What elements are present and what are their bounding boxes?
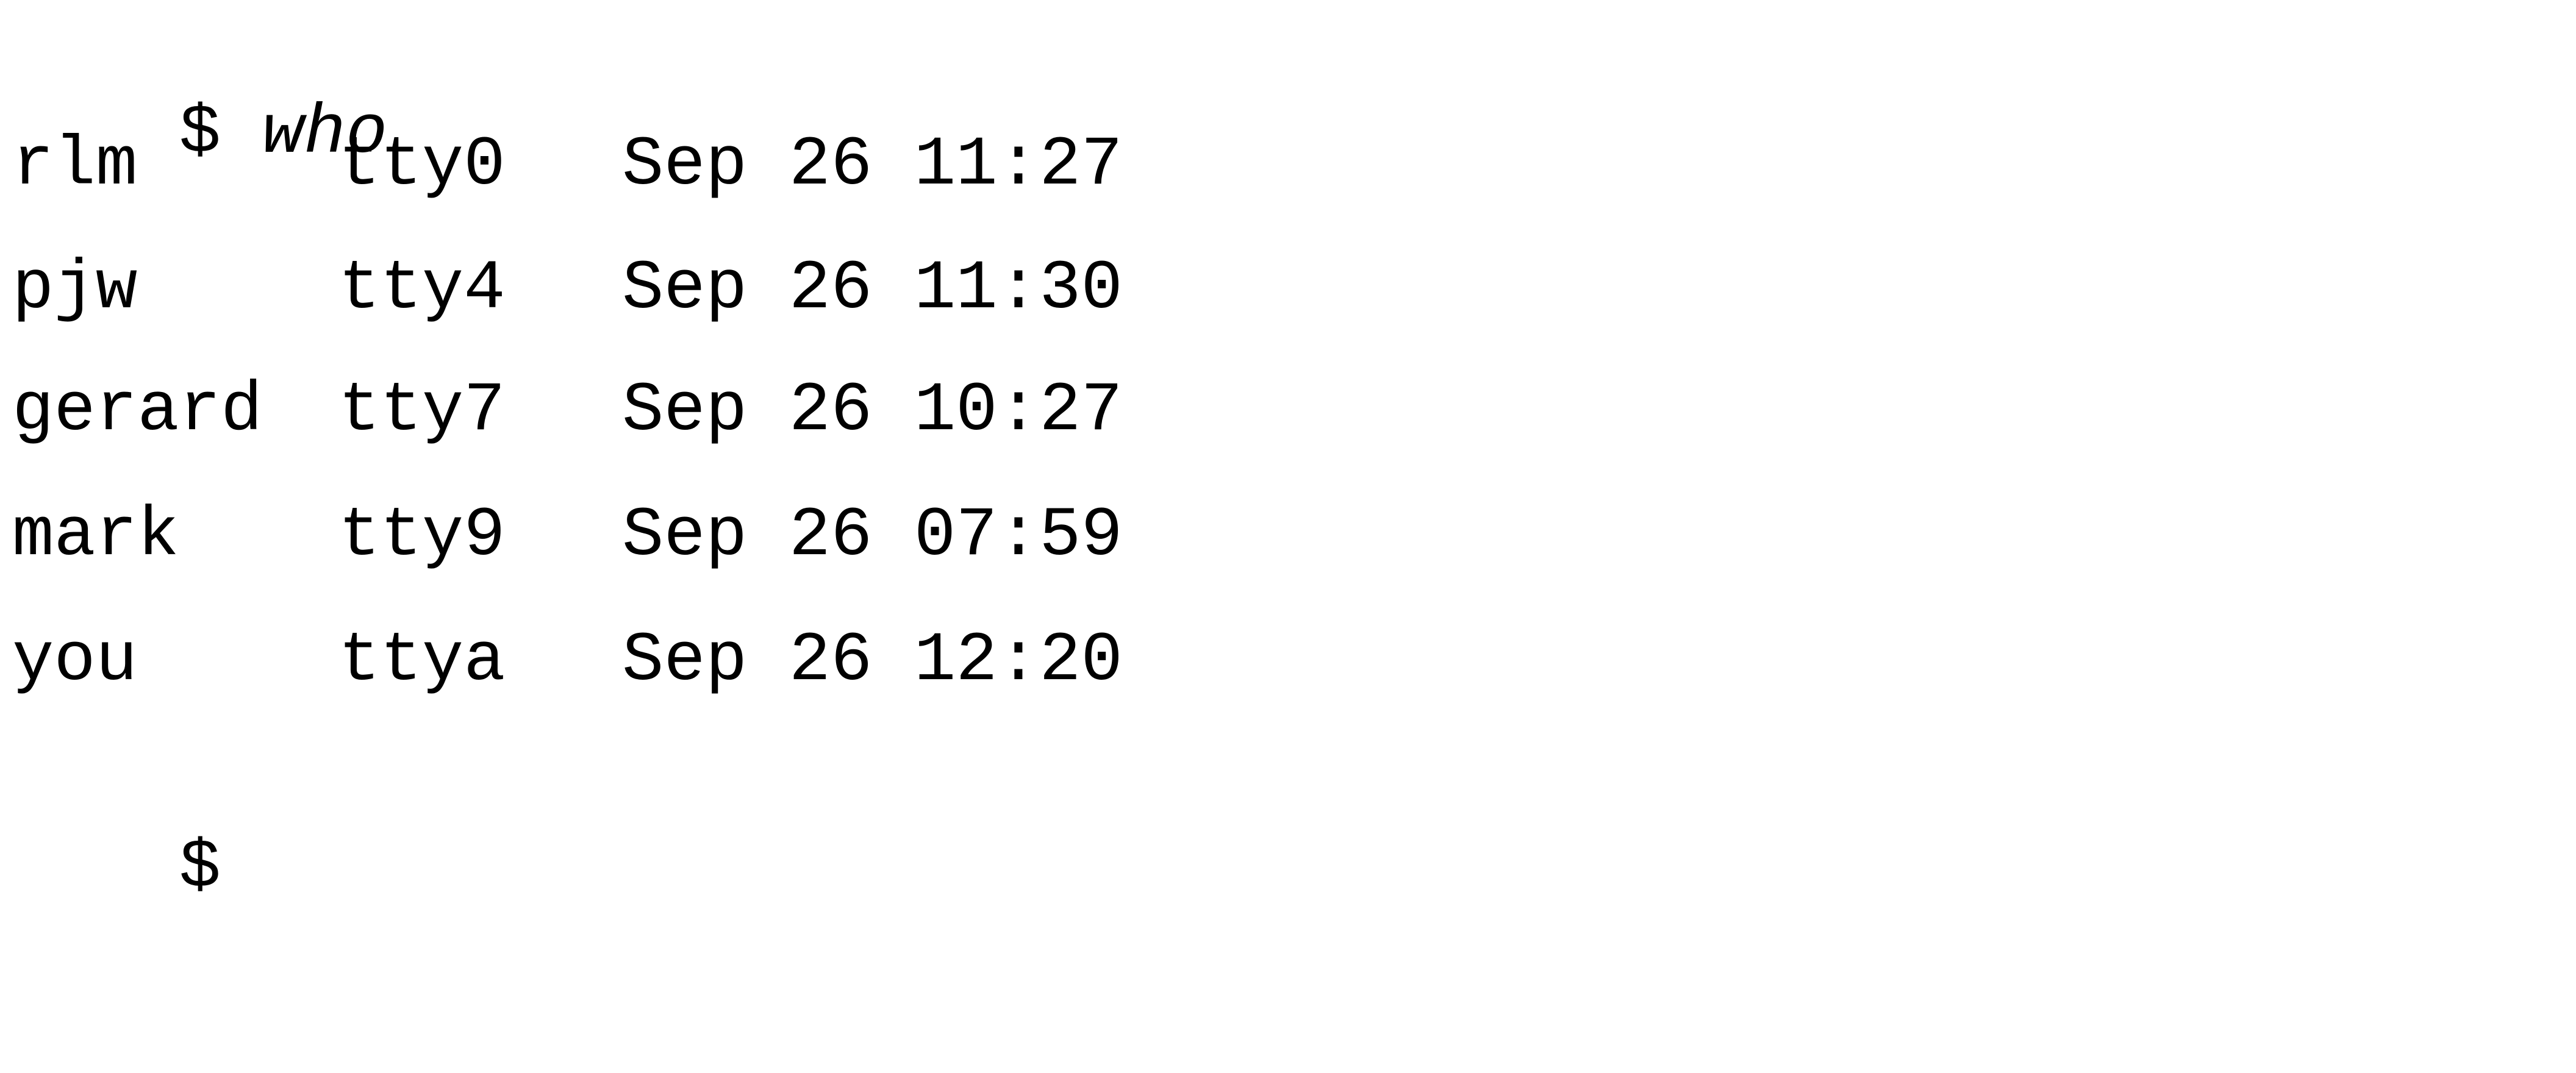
terminal-line: ttya	[338, 622, 506, 700]
who-row: you ttya Sep 26 12:20	[12, 616, 1123, 707]
username: pjw	[12, 250, 138, 329]
who-row: mark tty9 Sep 26 07:59	[12, 491, 1123, 582]
who-row: rlm tty0 Sep 26 11:27	[12, 120, 1123, 212]
command-line: $ who	[12, 0, 388, 173]
shell-prompt: $	[179, 94, 221, 173]
terminal-line: tty9	[338, 497, 506, 576]
username: you	[12, 622, 138, 700]
terminal-output: $ who rlm tty0 Sep 26 11:27 pjw tty4 Sep …	[12, 0, 1354, 908]
login-time: Sep 26 10:27	[622, 372, 1123, 451]
final-prompt-line: $	[12, 732, 221, 908]
terminal-line: tty0	[338, 126, 506, 205]
username: rlm	[12, 126, 138, 205]
username: gerard	[12, 372, 263, 451]
login-time: Sep 26 12:20	[622, 622, 1123, 700]
terminal-line: tty7	[338, 372, 506, 451]
shell-prompt: $	[179, 829, 221, 908]
who-row: pjw tty4 Sep 26 11:30	[12, 244, 1123, 335]
login-time: Sep 26 11:27	[622, 126, 1123, 205]
username: mark	[12, 497, 179, 576]
terminal-line: tty4	[338, 250, 506, 329]
login-time: Sep 26 07:59	[622, 497, 1123, 576]
login-time: Sep 26 11:30	[622, 250, 1123, 329]
who-row: gerard tty7 Sep 26 10:27	[12, 366, 1123, 457]
